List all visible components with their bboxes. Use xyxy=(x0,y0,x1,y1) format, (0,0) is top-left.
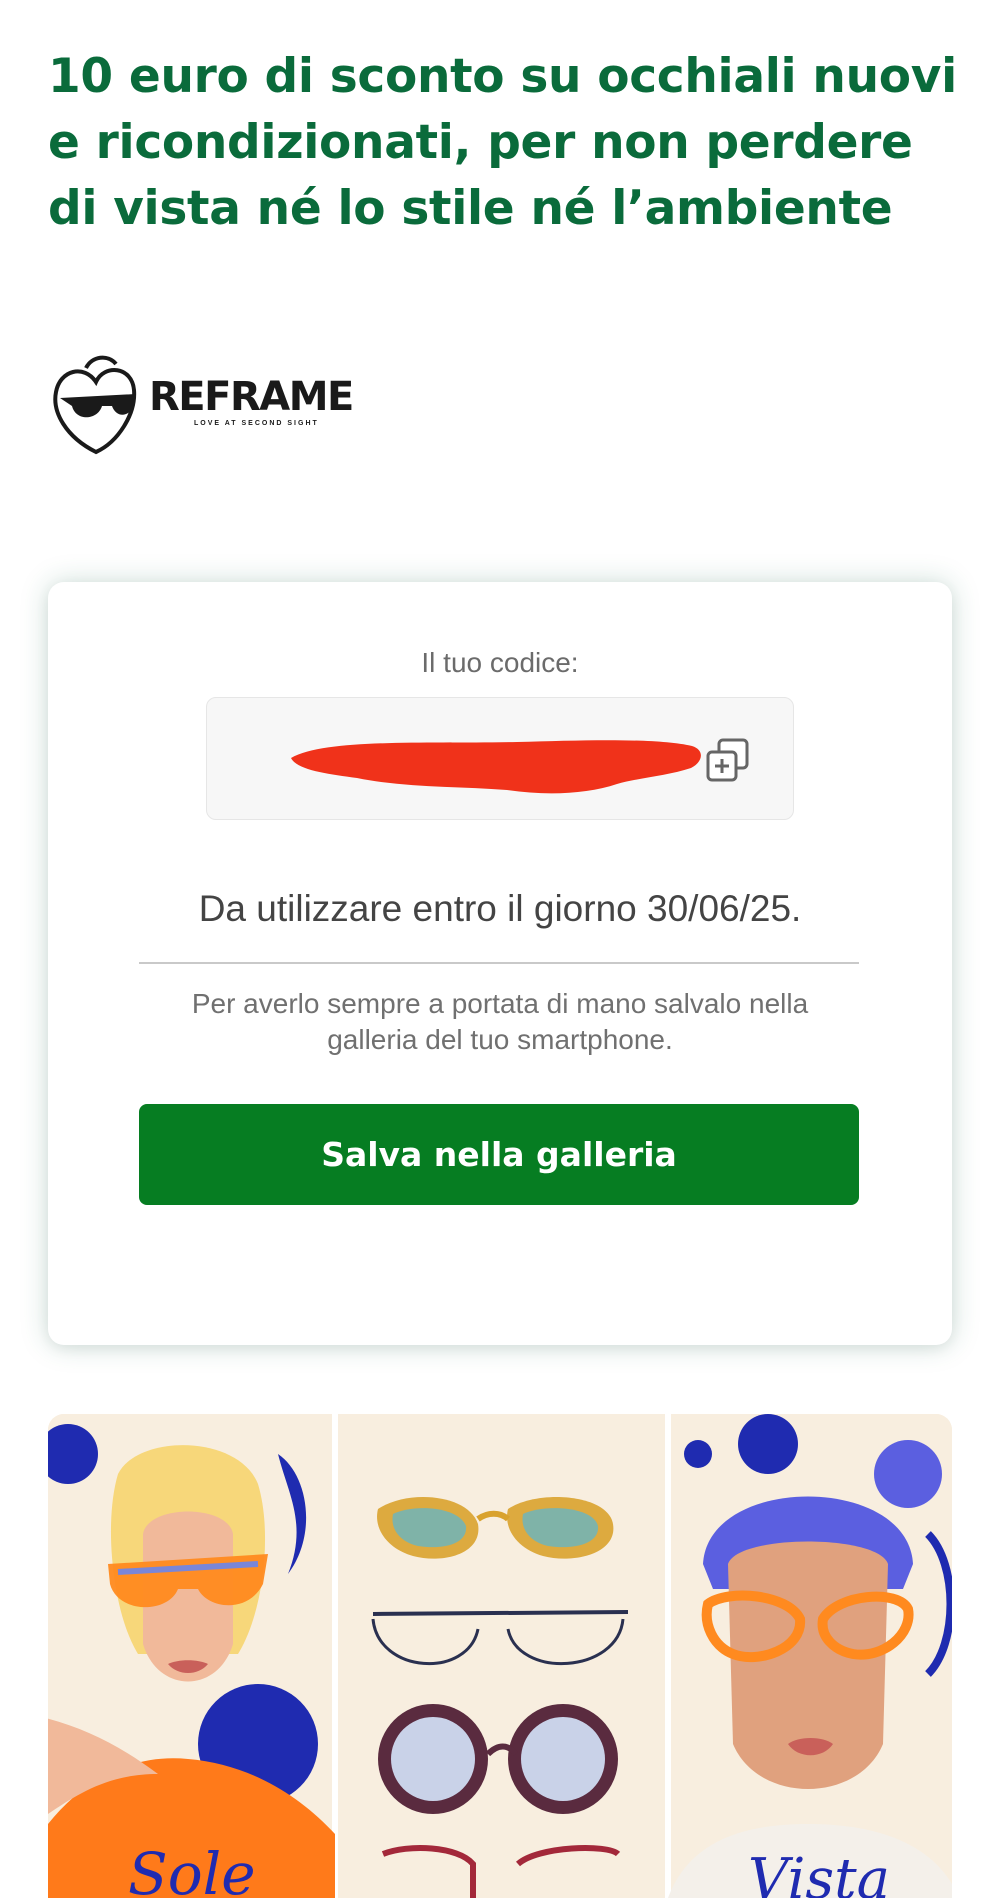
banner-text-sole: Sole xyxy=(128,1840,256,1898)
copy-plus-icon[interactable] xyxy=(703,736,753,786)
brand-tagline: LOVE AT SECOND SIGHT xyxy=(194,420,319,427)
code-box xyxy=(206,697,794,820)
page-title: 10 euro di sconto su occhiali nuovi e ri… xyxy=(48,49,957,236)
save-hint: Per averlo sempre a portata di mano salv… xyxy=(191,988,809,1055)
brand-name: REFRAME xyxy=(149,374,354,420)
redacted-code xyxy=(291,740,701,794)
brand-logo: REFRAME LOVE AT SECOND SIGHT xyxy=(46,352,366,462)
divider xyxy=(139,962,859,964)
banner-illustration: Sole Vista xyxy=(48,1414,952,1898)
banner-text-vista: Vista xyxy=(748,1847,890,1898)
coupon-card: Il tuo codice: Da utilizzare entro il gi… xyxy=(48,582,952,1345)
expiry-text: Da utilizzare entro il giorno 30/06/25. xyxy=(198,888,802,929)
code-label: Il tuo codice: xyxy=(421,647,579,678)
save-to-gallery-button[interactable]: Salva nella galleria xyxy=(139,1104,859,1205)
promo-banner-image: Sole Vista xyxy=(48,1414,952,1898)
heart-sunglasses-logo-icon xyxy=(53,355,137,455)
